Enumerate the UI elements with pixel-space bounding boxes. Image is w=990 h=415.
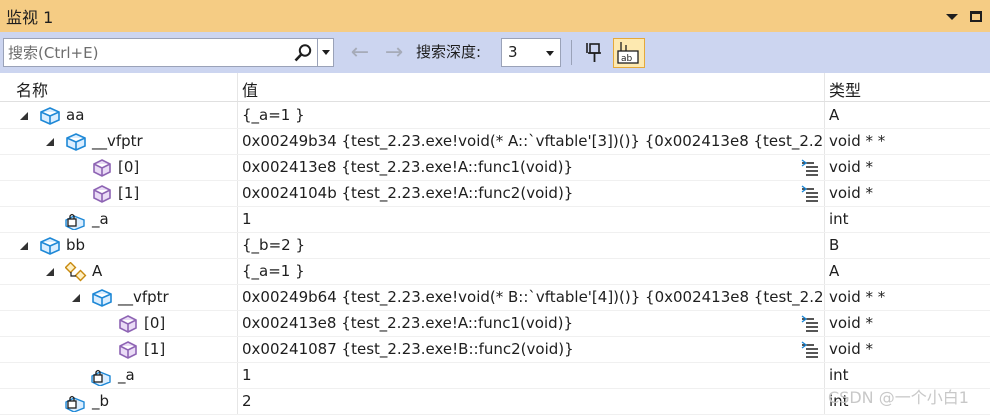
watch-row[interactable]: A {_a=1 } A <box>0 259 990 285</box>
row-value[interactable]: 0x002413e8 {test_2.23.exe!A::func1(void)… <box>242 314 820 332</box>
method-icon <box>119 315 137 333</box>
row-value[interactable]: 1 <box>242 366 820 384</box>
row-value[interactable]: 0x00241087 {test_2.23.exe!B::func2(void)… <box>242 340 820 358</box>
row-name: __vfptr <box>118 288 169 306</box>
search-icon[interactable] <box>293 43 313 63</box>
private-field-icon <box>65 213 85 230</box>
watch-row[interactable]: aa {_a=1 } A <box>0 103 990 129</box>
row-name: [0] <box>118 158 140 176</box>
row-type: void * * <box>829 132 886 150</box>
method-icon <box>93 185 111 203</box>
row-type: A <box>829 106 840 124</box>
watch-row[interactable]: __vfptr 0x00249b34 {test_2.23.exe!void(*… <box>0 129 990 155</box>
row-name: [0] <box>144 314 166 332</box>
watch-row[interactable]: [1] 0x0024104b {test_2.23.exe!A::func2(v… <box>0 181 990 207</box>
expand-collapse-icon[interactable] <box>20 112 28 120</box>
row-name: aa <box>66 106 85 124</box>
private-field-icon <box>91 369 111 386</box>
search-options-dropdown-icon[interactable] <box>322 50 330 55</box>
row-value[interactable]: 0x00249b64 {test_2.23.exe!void(* B::`vft… <box>242 288 822 306</box>
row-value[interactable]: {_b=2 } <box>242 236 820 254</box>
pin-icon[interactable] <box>583 40 609 66</box>
row-value[interactable]: 1 <box>242 210 820 228</box>
watch-row[interactable]: [0] 0x002413e8 {test_2.23.exe!A::func1(v… <box>0 311 990 337</box>
watch-row[interactable]: [0] 0x002413e8 {test_2.23.exe!A::func1(v… <box>0 155 990 181</box>
row-type: B <box>829 236 840 254</box>
base-class-icon <box>65 262 87 282</box>
search-depth-select[interactable]: 3 <box>501 38 561 67</box>
search-input[interactable] <box>4 43 284 62</box>
method-icon <box>93 159 111 177</box>
row-value[interactable]: 0x00249b34 {test_2.23.exe!void(* A::`vft… <box>242 132 822 150</box>
search-box <box>3 38 334 67</box>
row-value[interactable]: 0x002413e8 {test_2.23.exe!A::func1(void)… <box>242 158 820 176</box>
search-depth-label: 搜索深度: <box>416 43 482 61</box>
watch-row[interactable]: [1] 0x00241087 {test_2.23.exe!B::func2(v… <box>0 337 990 363</box>
title-bar: 监视 1 <box>0 0 990 32</box>
maximize-icon[interactable] <box>970 10 982 22</box>
search-next-button[interactable]: → <box>381 40 407 66</box>
row-name: _a <box>118 366 135 384</box>
column-header-name[interactable]: 名称 <box>16 77 48 101</box>
row-type: int <box>829 210 849 228</box>
svg-text:ab: ab <box>621 54 633 64</box>
row-name: _b <box>92 392 110 410</box>
column-header-value[interactable]: 值 <box>242 77 258 101</box>
search-depth-value: 3 <box>508 43 518 61</box>
text-visualizer-icon[interactable] <box>800 315 820 333</box>
expand-collapse-icon[interactable] <box>46 268 54 276</box>
row-name: __vfptr <box>92 132 143 150</box>
row-name: A <box>92 262 103 280</box>
row-name: [1] <box>144 340 166 358</box>
toolbar: ← → 搜索深度: 3 ab <box>0 32 990 73</box>
text-visualizer-icon[interactable] <box>800 159 820 177</box>
row-name: _a <box>92 210 109 228</box>
row-value[interactable]: 0x0024104b {test_2.23.exe!A::func2(void)… <box>242 184 820 202</box>
watch-grid: 名称 值 类型 aa {_a=1 } A __vfptr 0x00249b34 … <box>0 73 990 415</box>
row-name: bb <box>66 236 86 254</box>
row-value[interactable]: {_a=1 } <box>242 106 820 124</box>
format-view-button[interactable]: ab <box>613 38 645 68</box>
column-header-type[interactable]: 类型 <box>829 77 861 101</box>
toolbar-separator <box>571 40 572 65</box>
row-type: void * <box>829 340 874 358</box>
row-type: void * * <box>829 288 886 306</box>
row-type: void * <box>829 314 874 332</box>
object-icon <box>40 237 60 255</box>
search-separator <box>317 39 318 66</box>
row-name: [1] <box>118 184 140 202</box>
watermark: CSDN @一个小白1 <box>828 388 969 407</box>
watch-row[interactable]: bb {_b=2 } B <box>0 233 990 259</box>
grid-header: 名称 值 类型 <box>0 73 990 102</box>
row-type: void * <box>829 184 874 202</box>
search-previous-button[interactable]: ← <box>347 40 373 66</box>
watch-row[interactable]: __vfptr 0x00249b64 {test_2.23.exe!void(*… <box>0 285 990 311</box>
window-options-icon[interactable] <box>946 14 958 20</box>
row-value[interactable]: {_a=1 } <box>242 262 820 280</box>
row-value[interactable]: 2 <box>242 392 820 410</box>
object-icon <box>66 133 86 151</box>
string-format-icon: ab <box>617 42 639 64</box>
expand-collapse-icon[interactable] <box>46 138 54 146</box>
text-visualizer-icon[interactable] <box>800 185 820 203</box>
watch-row[interactable]: _a 1 int <box>0 207 990 233</box>
title-bar-controls <box>946 0 982 32</box>
text-visualizer-icon[interactable] <box>800 341 820 359</box>
object-icon <box>92 289 112 307</box>
row-type: int <box>829 366 849 384</box>
private-field-icon <box>65 395 85 412</box>
object-icon <box>40 107 60 125</box>
window-title: 监视 1 <box>6 8 54 27</box>
method-icon <box>119 341 137 359</box>
chevron-down-icon <box>546 51 554 56</box>
expand-collapse-icon[interactable] <box>72 294 80 302</box>
row-type: A <box>829 262 840 280</box>
row-type: void * <box>829 158 874 176</box>
expand-collapse-icon[interactable] <box>20 242 28 250</box>
